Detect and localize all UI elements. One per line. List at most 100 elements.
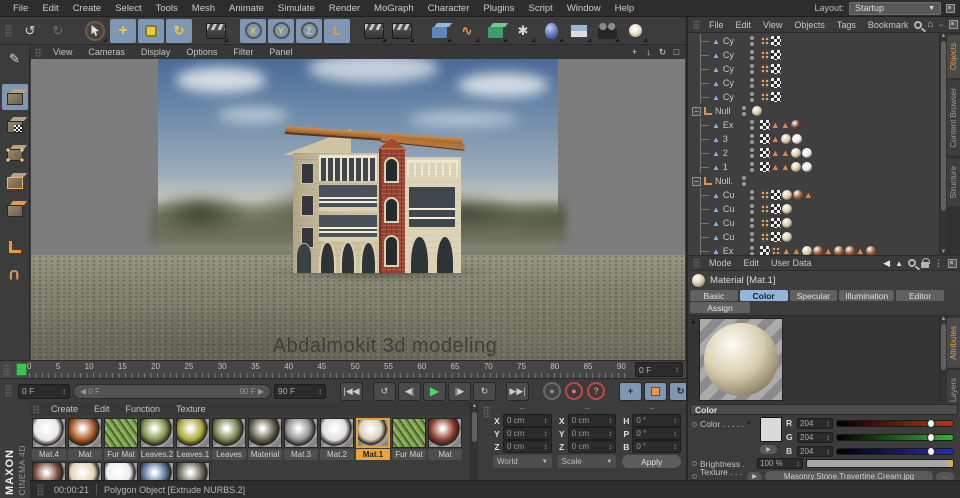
scroll-up-icon[interactable]: ▲	[940, 33, 947, 39]
selection-tag-icon[interactable]	[760, 190, 770, 200]
mat-menu-edit[interactable]: Edit	[86, 404, 118, 414]
uvw-tag-icon[interactable]	[771, 92, 781, 102]
tree-row[interactable]: ▲1▲▲	[688, 160, 939, 174]
tab-editor[interactable]: Editor	[896, 290, 944, 301]
material-thumbnail[interactable]	[104, 418, 138, 448]
uvw-tag-icon[interactable]	[760, 246, 770, 255]
visibility-dot-icon[interactable]	[750, 154, 754, 158]
building-model[interactable]	[283, 123, 467, 273]
render-view-button[interactable]	[203, 19, 229, 43]
material-tag-icon[interactable]	[791, 120, 801, 130]
viewport-3d-view[interactable]: Abdalmokit 3d modeling	[31, 59, 685, 360]
material-item[interactable]: Fur Mat	[104, 418, 138, 460]
menu-character[interactable]: Character	[421, 3, 477, 14]
spinner-icon[interactable]: ↕	[608, 416, 612, 425]
slider-knob[interactable]	[927, 419, 935, 428]
am-menu-mode[interactable]: Mode	[703, 258, 738, 268]
visibility-dots[interactable]	[750, 134, 754, 144]
range-start-field[interactable]: 0 F ↕	[18, 384, 70, 399]
material-thumbnail[interactable]	[68, 418, 102, 448]
tree-row[interactable]: ▲Ex▲▲	[688, 118, 939, 132]
add-environment-button[interactable]	[566, 19, 592, 43]
tab-basic[interactable]: Basic	[690, 290, 738, 301]
visibility-dot-icon[interactable]	[750, 224, 754, 228]
om-panel-icon[interactable]	[949, 20, 958, 29]
material-thumbnail[interactable]	[140, 418, 174, 448]
visibility-dots[interactable]	[750, 64, 754, 74]
pan-view-icon[interactable]: +	[629, 47, 640, 58]
material-thumbnail[interactable]	[32, 418, 66, 448]
tab-color[interactable]: Color	[740, 290, 788, 301]
uvw-tag-icon[interactable]	[760, 120, 770, 130]
material-thumbnail[interactable]	[356, 418, 390, 448]
search-icon[interactable]	[908, 259, 916, 267]
selection-tag-icon[interactable]	[760, 78, 770, 88]
material-thumbnail[interactable]	[248, 418, 282, 448]
visibility-dot-icon[interactable]	[750, 50, 754, 54]
coord-field[interactable]: 0 cm↕	[503, 427, 552, 440]
add-deformer-button[interactable]	[538, 19, 564, 43]
scroll-up-icon[interactable]: ▲	[940, 316, 947, 322]
visibility-dot-icon[interactable]	[750, 42, 754, 46]
phong-tag-icon[interactable]: ▲	[792, 246, 801, 255]
live-selection-button[interactable]	[82, 19, 108, 43]
material-preview[interactable]	[699, 318, 783, 401]
uvw-tag-icon[interactable]	[760, 134, 770, 144]
visibility-dot-icon[interactable]	[750, 64, 754, 68]
texture-mode-button[interactable]	[2, 112, 28, 138]
menu-window[interactable]: Window	[560, 3, 608, 14]
slider-knob[interactable]	[927, 433, 935, 442]
preview-dropdown-icon[interactable]: ▼	[690, 320, 697, 327]
visibility-dots[interactable]	[750, 162, 754, 172]
tree-expander[interactable]: −	[692, 177, 701, 186]
key-scale-toggle[interactable]	[644, 382, 667, 401]
menu-render[interactable]: Render	[322, 3, 367, 14]
material-thumbnail[interactable]	[176, 462, 210, 480]
tree-row[interactable]: ▲Cu	[688, 216, 939, 230]
selection-tag-icon[interactable]	[760, 50, 770, 60]
lock-icon[interactable]	[921, 262, 929, 268]
move-tool-button[interactable]: +	[110, 19, 136, 43]
scrollbar-thumb[interactable]	[472, 412, 477, 442]
material-thumbnail[interactable]	[320, 418, 354, 448]
vp-menu-cameras[interactable]: Cameras	[80, 47, 133, 57]
spinner-icon[interactable]: ↕	[608, 442, 612, 451]
phong-tag-icon[interactable]: ▲	[771, 120, 780, 130]
channel-slider[interactable]	[836, 448, 954, 455]
visibility-dot-icon[interactable]	[742, 112, 746, 116]
loop-button[interactable]: ↻	[473, 382, 496, 401]
material-drag-handle[interactable]	[33, 405, 40, 414]
material-thumbnail[interactable]	[284, 418, 318, 448]
material-item[interactable]: Mat	[428, 418, 462, 460]
scroll-up-icon[interactable]: ▲	[471, 402, 478, 410]
lock-x-button[interactable]: X	[240, 19, 266, 43]
material-tag-icon[interactable]	[802, 246, 812, 255]
om-menu-view[interactable]: View	[757, 20, 788, 30]
tree-row[interactable]: ▲Cy	[688, 48, 939, 62]
coords-drag-handle[interactable]	[483, 406, 490, 418]
selection-tag-icon[interactable]	[760, 204, 770, 214]
spinner-icon[interactable]: ↕	[673, 442, 677, 451]
om-menu-edit[interactable]: Edit	[730, 20, 758, 30]
visibility-dot-icon[interactable]	[750, 218, 754, 222]
step-forward-button[interactable]: |▶	[448, 382, 471, 401]
material-tag-icon[interactable]	[782, 190, 792, 200]
visibility-dot-icon[interactable]	[750, 238, 754, 242]
tree-row[interactable]: ▲Cy	[688, 90, 939, 104]
material-scrollbar[interactable]: ▲	[470, 402, 478, 480]
menu-file[interactable]: File	[6, 3, 35, 14]
visibility-dot-icon[interactable]	[750, 204, 754, 208]
material-item[interactable]: Leaves	[212, 418, 246, 460]
render-active-view-button[interactable]	[361, 19, 387, 43]
layout-select[interactable]: Startup ▼	[849, 2, 941, 15]
color-swatch[interactable]	[760, 417, 782, 442]
menu-select[interactable]: Select	[108, 3, 148, 14]
om-menu-file[interactable]: File	[703, 20, 730, 30]
spinner-icon[interactable]: ↕	[318, 387, 322, 396]
anim-dot-icon[interactable]	[692, 422, 697, 427]
scale-tool-button[interactable]	[138, 19, 164, 43]
menu-help[interactable]: Help	[608, 3, 642, 14]
menu-tools[interactable]: Tools	[149, 3, 185, 14]
make-editable-button[interactable]: ✎	[2, 46, 28, 72]
material-tag-icon[interactable]	[792, 134, 802, 144]
